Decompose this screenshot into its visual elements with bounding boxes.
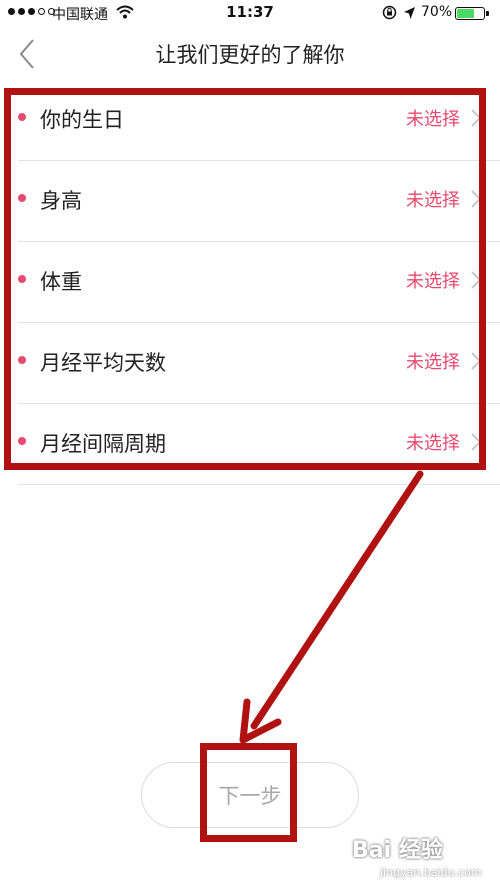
- annotation-arrow-icon: [239, 470, 424, 744]
- watermark: Bai 经验 jingyan.baidu.com: [352, 832, 497, 887]
- watermark-logo: Bai 经验: [352, 838, 443, 863]
- watermark-domain: jingyan.baidu.com: [380, 866, 482, 879]
